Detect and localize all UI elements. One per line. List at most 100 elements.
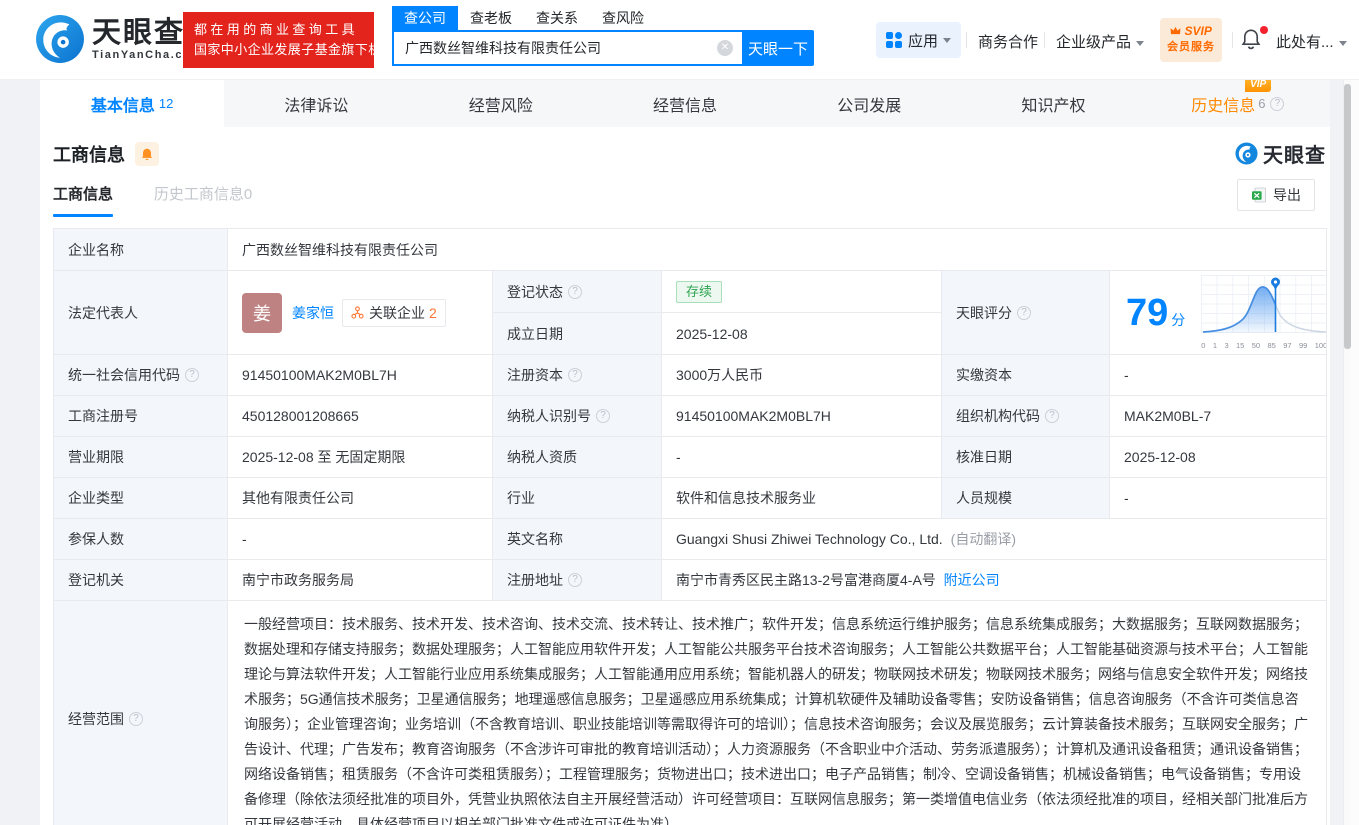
industry-label: 行业 bbox=[493, 478, 662, 519]
legal-rep-cell: 姜 姜家恒 关联企业 2 bbox=[228, 271, 493, 355]
promo-line2: 国家中小企业发展子基金旗下机构 bbox=[194, 42, 396, 57]
tab-basic-info[interactable]: 基本信息 12 bbox=[40, 80, 225, 127]
help-icon[interactable] bbox=[185, 368, 199, 382]
tab-history-info[interactable]: 历史信息 VIP 6 bbox=[1146, 77, 1330, 127]
registration-authority-label: 登记机关 bbox=[54, 560, 228, 601]
search-button[interactable]: 天眼一下 bbox=[742, 30, 814, 66]
status-badge: 存续 bbox=[676, 280, 723, 303]
tab-intellectual-property[interactable]: 知识产权 bbox=[961, 80, 1145, 127]
english-name-value: Guangxi Shusi Zhiwei Technology Co., Ltd… bbox=[662, 519, 1327, 560]
approval-date-label: 核准日期 bbox=[942, 437, 1110, 478]
nearby-companies-link[interactable]: 附近公司 bbox=[944, 570, 1000, 590]
registered-capital-label: 注册资本 bbox=[493, 355, 662, 396]
help-icon[interactable] bbox=[568, 368, 582, 382]
taxpayer-id-label: 纳税人识别号 bbox=[493, 396, 662, 437]
divider bbox=[1044, 32, 1045, 48]
help-icon[interactable] bbox=[596, 409, 610, 423]
org-chart-icon bbox=[351, 306, 364, 319]
enterprise-products-menu[interactable]: 企业级产品 bbox=[1056, 31, 1145, 52]
apps-label: 应用 bbox=[908, 32, 939, 50]
company-type-label: 企业类型 bbox=[54, 478, 228, 519]
score-axis-labels: 0 1 3 15 50 85 97 99 100 bbox=[1201, 341, 1327, 350]
score-label: 天眼评分 bbox=[942, 271, 1110, 355]
promo-banner: 都在用的商业查询工具 国家中小企业发展子基金旗下机构 bbox=[183, 12, 396, 68]
page-edge bbox=[1351, 80, 1359, 825]
clear-search-icon[interactable] bbox=[717, 40, 733, 56]
business-scope-text: 一般经营项目：技术服务、技术开发、技术咨询、技术交流、技术转让、技术推广；软件开… bbox=[228, 601, 1327, 825]
monitor-bell-button[interactable] bbox=[135, 142, 159, 166]
search-tabs: 查公司 查老板 查关系 查风险 bbox=[392, 6, 814, 30]
brand-swirl-icon bbox=[1235, 142, 1258, 165]
establish-date-value: 2025-12-08 bbox=[662, 313, 942, 355]
promo-line1: 都在用的商业查询工具 bbox=[194, 22, 359, 37]
reg-status-label: 登记状态 bbox=[493, 271, 662, 313]
business-scope-label: 经营范围 bbox=[54, 601, 228, 825]
legal-rep-avatar[interactable]: 姜 bbox=[242, 292, 282, 333]
auto-translate-note: (自动翻译) bbox=[950, 531, 1016, 547]
tab-company-development[interactable]: 公司发展 bbox=[777, 80, 961, 127]
tianyancha-logo[interactable]: 天眼查 TianYanCha.com bbox=[35, 14, 203, 64]
business-term-label: 营业期限 bbox=[54, 437, 228, 478]
tianyancha-watermark: 天眼查 bbox=[1235, 139, 1326, 168]
org-code-label: 组织机构代码 bbox=[942, 396, 1110, 437]
search-tab-boss[interactable]: 查老板 bbox=[458, 6, 524, 30]
staff-size-value: - bbox=[1110, 478, 1327, 519]
taxpayer-qualification-label: 纳税人资质 bbox=[493, 437, 662, 478]
user-account-menu[interactable]: 此处有... bbox=[1276, 31, 1347, 52]
reg-status-value: 存续 bbox=[662, 271, 942, 313]
help-icon[interactable] bbox=[568, 284, 582, 299]
search-tab-company[interactable]: 查公司 bbox=[392, 6, 458, 30]
company-type-value: 其他有限责任公司 bbox=[228, 478, 493, 519]
help-icon[interactable] bbox=[129, 712, 143, 726]
help-icon[interactable] bbox=[1270, 96, 1285, 111]
apps-menu[interactable]: 应用 bbox=[876, 22, 962, 58]
search-input[interactable] bbox=[392, 30, 742, 66]
help-icon[interactable] bbox=[1045, 409, 1059, 423]
excel-file-icon bbox=[1252, 187, 1266, 203]
help-icon[interactable] bbox=[1017, 305, 1031, 320]
approval-date-value: 2025-12-08 bbox=[1110, 437, 1327, 478]
industry-value: 软件和信息技术服务业 bbox=[662, 478, 942, 519]
subtab-business-info[interactable]: 工商信息 bbox=[53, 183, 113, 217]
business-info-table: 企业名称 广西数丝智维科技有限责任公司 法定代表人 姜 姜家恒 关联企业 2 登… bbox=[53, 228, 1327, 825]
paid-in-capital-label: 实缴资本 bbox=[942, 355, 1110, 396]
business-cooperation-link[interactable]: 商务合作 bbox=[978, 31, 1038, 52]
registered-capital-value: 3000万人民币 bbox=[662, 355, 942, 396]
establish-date-label: 成立日期 bbox=[493, 313, 662, 355]
tab-legal-litigation[interactable]: 法律诉讼 bbox=[224, 80, 408, 127]
company-name-label: 企业名称 bbox=[54, 229, 228, 271]
related-companies-badge[interactable]: 关联企业 2 bbox=[342, 298, 446, 327]
tab-operating-risk[interactable]: 经营风险 bbox=[409, 80, 593, 127]
brand-swirl-icon bbox=[36, 15, 84, 63]
search-tab-relation[interactable]: 查关系 bbox=[524, 6, 590, 30]
export-button[interactable]: 导出 bbox=[1237, 179, 1315, 211]
registered-address-value: 南宁市青秀区民主路13-2号富港商厦4-A号 附近公司 bbox=[662, 560, 1327, 601]
english-name-label: 英文名称 bbox=[493, 519, 662, 560]
scrollbar-thumb[interactable] bbox=[1344, 84, 1351, 349]
divider bbox=[1232, 32, 1233, 48]
company-name-value: 广西数丝智维科技有限责任公司 bbox=[228, 229, 1327, 271]
legal-rep-name-link[interactable]: 姜家恒 bbox=[292, 303, 334, 323]
username: 此处有... bbox=[1276, 34, 1334, 51]
bell-icon bbox=[141, 148, 153, 160]
notifications-bell[interactable] bbox=[1240, 26, 1268, 53]
help-icon[interactable] bbox=[568, 573, 582, 587]
svip-member-badge[interactable]: SVIP 会员服务 bbox=[1160, 18, 1222, 62]
insured-staff-label: 参保人数 bbox=[54, 519, 228, 560]
score-distribution-chart: 0 1 3 15 50 85 97 99 100 bbox=[1201, 275, 1327, 350]
legal-rep-label: 法定代表人 bbox=[54, 271, 228, 355]
org-code-value: MAK2M0BL-7 bbox=[1110, 396, 1327, 437]
taxpayer-id-value: 91450100MAK2M0BL7H bbox=[662, 396, 942, 437]
taxpayer-qualification-value: - bbox=[662, 437, 942, 478]
credit-code-label: 统一社会信用代码 bbox=[54, 355, 228, 396]
score-value-cell: 79 分 0 1 3 15 50 85 97 99 100 bbox=[1110, 271, 1327, 355]
subtab-history-business-info[interactable]: 历史工商信息0 bbox=[154, 183, 252, 204]
top-header: 天眼查 TianYanCha.com 都在用的商业查询工具 国家中小企业发展子基… bbox=[0, 0, 1359, 80]
detail-nav-tabs: 基本信息 12 法律诉讼 经营风险 经营信息 公司发展 知识产权 历史信息 VI… bbox=[40, 77, 1330, 127]
crown-icon bbox=[1170, 26, 1181, 35]
credit-code-value: 91450100MAK2M0BL7H bbox=[228, 355, 493, 396]
registered-address-label: 注册地址 bbox=[493, 560, 662, 601]
search-tab-risk[interactable]: 查风险 bbox=[590, 6, 656, 30]
tab-operating-info[interactable]: 经营信息 bbox=[593, 80, 777, 127]
company-detail-card: 基本信息 12 法律诉讼 经营风险 经营信息 公司发展 知识产权 历史信息 VI… bbox=[40, 77, 1330, 825]
